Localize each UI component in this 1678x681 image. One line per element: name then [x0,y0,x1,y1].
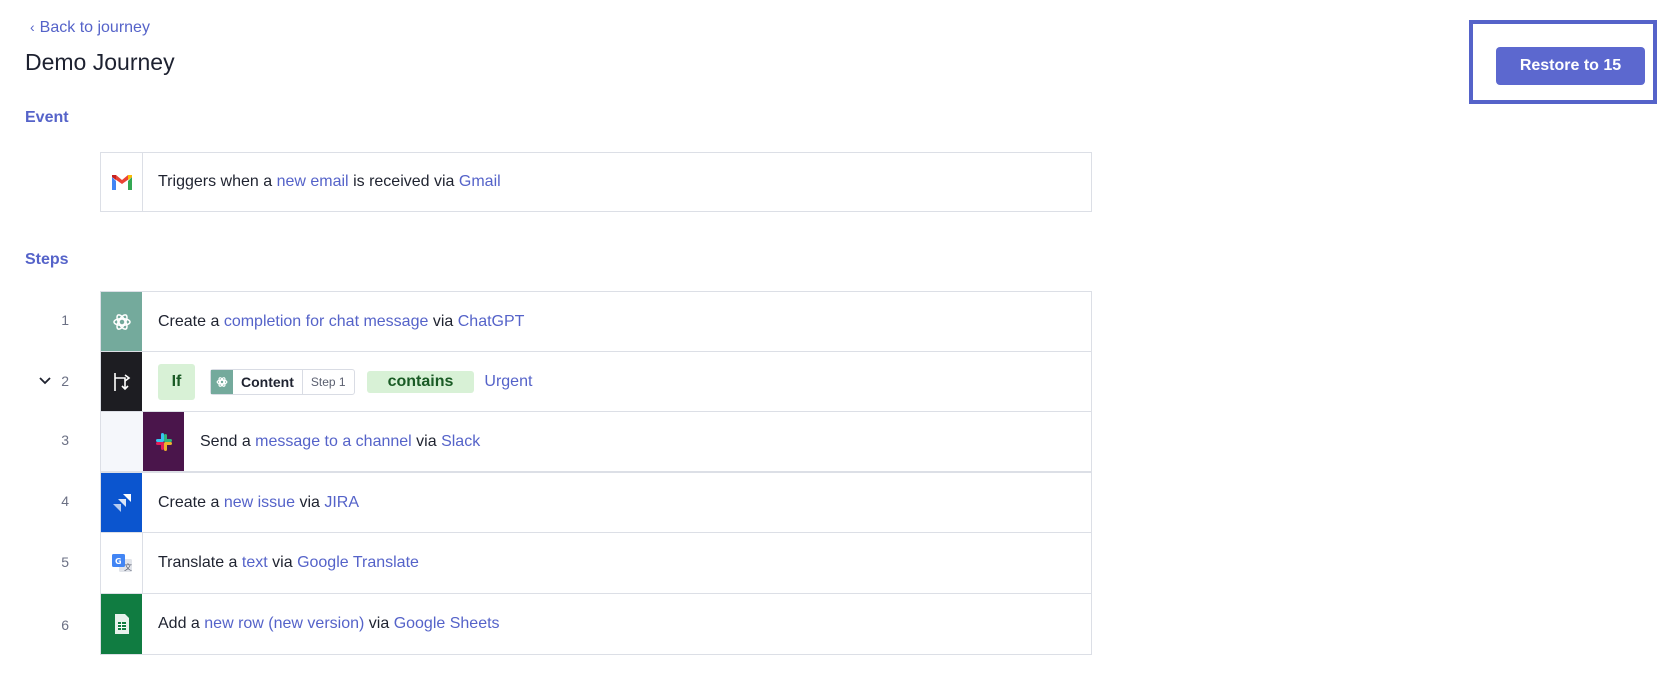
svg-text:G: G [115,557,122,566]
step-1-object-link[interactable]: completion for chat message [224,313,429,331]
step-1-text: Create a completion for chat message via… [158,312,525,331]
gmail-icon [101,153,143,211]
slack-icon [143,412,184,471]
trigger-object-link[interactable]: new email [277,173,349,191]
chip-field-label: Content [241,373,294,390]
step-3-object-link[interactable]: message to a channel [255,433,412,451]
condition-value-link[interactable]: Urgent [484,373,532,391]
step-5-app-link[interactable]: Google Translate [297,554,419,572]
chatgpt-icon [211,369,233,394]
step-3-app-link[interactable]: Slack [441,433,480,451]
event-trigger-card[interactable]: Triggers when a new email is received vi… [100,152,1092,212]
svg-text:文: 文 [124,562,132,572]
jira-icon [101,473,142,532]
page-title: Demo Journey [25,49,175,75]
step-number: 6 [61,617,69,633]
step-5-text: Translate a text via Google Translate [158,554,419,572]
step-number: 1 [61,312,69,328]
step-4-card[interactable]: Create a new issue via JIRA [100,472,1092,533]
step-6-card[interactable]: Add a new row (new version) via Google S… [100,593,1092,655]
restore-button[interactable]: Restore to 15 [1496,47,1645,85]
step-1-app-link[interactable]: ChatGPT [458,313,525,331]
chevron-down-icon[interactable] [39,373,51,388]
step-2-condition-card[interactable]: If Content Step 1 contains Urgent [100,351,1092,412]
trigger-app-link[interactable]: Gmail [459,173,501,191]
chevron-left-icon: ‹ [30,19,35,35]
step-number: 2 [61,373,69,389]
step-3-text: Send a message to a channel via Slack [200,432,481,451]
step-4-object-link[interactable]: new issue [224,494,295,512]
google-translate-icon: 文 G [101,533,143,593]
back-to-journey-link[interactable]: ‹ Back to journey [30,19,150,37]
chatgpt-icon [101,292,142,351]
google-sheets-icon [101,594,142,654]
steps-section-label: Steps [25,251,69,268]
step-number: 3 [61,432,69,448]
step-1-card[interactable]: Create a completion for chat message via… [100,291,1092,352]
step-2-condition: If Content Step 1 contains Urgent [158,352,532,411]
step-5-object-link[interactable]: text [242,554,268,572]
step-6-object-link[interactable]: new row (new version) [204,615,364,633]
nesting-indent [101,412,143,471]
content-field-chip[interactable]: Content Step 1 [210,368,355,395]
step-4-text: Create a new issue via JIRA [158,493,360,512]
event-trigger-text: Triggers when a new email is received vi… [158,173,501,191]
step-6-text: Add a new row (new version) via Google S… [158,615,500,633]
back-link-label: Back to journey [39,19,150,36]
branch-icon [101,352,142,411]
operator-badge: contains [366,370,475,393]
event-section-label: Event [25,109,69,126]
step-4-app-link[interactable]: JIRA [324,494,359,512]
step-5-card[interactable]: 文 G Translate a text via Google Translat… [100,532,1092,594]
chip-step-label: Step 1 [301,369,354,394]
step-3-card[interactable]: Send a message to a channel via Slack [100,411,1092,472]
if-badge: If [158,363,195,400]
step-number: 5 [61,554,69,570]
step-number: 4 [61,493,69,509]
step-6-app-link[interactable]: Google Sheets [394,615,500,633]
